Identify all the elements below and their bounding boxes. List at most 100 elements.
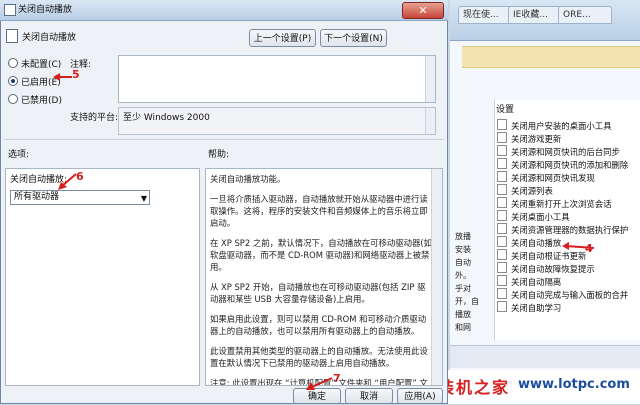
policy-icon: [4, 4, 16, 16]
policy-icon: [497, 275, 507, 286]
radio-circle: [8, 58, 18, 68]
policy-list-item[interactable]: 关闭游戏更新: [497, 132, 640, 145]
policy-list-item[interactable]: 关闭自动隔离: [497, 275, 640, 288]
policy-label: 关闭资源管理器的数据执行保护: [511, 225, 629, 235]
red-arrow-icon: [53, 73, 72, 81]
policy-icon: [497, 262, 507, 273]
watermark-url: www.lotpc.com: [518, 377, 630, 392]
policy-title: 关闭自动播放: [22, 33, 77, 43]
policy-label: 关闭重新打开上次浏览会话: [511, 199, 612, 209]
policy-icon: [497, 119, 507, 130]
strip-text: 安装: [455, 245, 471, 254]
policy-icon: [497, 249, 507, 260]
policy-list-item[interactable]: 关闭资源管理器的数据执行保护: [497, 223, 640, 236]
policy-list-item[interactable]: 关闭桌面小工具: [497, 210, 640, 223]
platform-label: 支持的平台:: [70, 113, 119, 123]
dropdown-arrow-icon: ▼: [140, 194, 147, 203]
watermark-logo: 装机之家 www.lotpc.com: [432, 370, 640, 404]
red-arrow-icon: [58, 173, 77, 190]
policy-icon: [497, 210, 507, 221]
comment-label: 注释:: [70, 60, 92, 70]
watermark-text: 装机之家: [438, 378, 511, 397]
policy-icon: [497, 236, 507, 247]
help-paragraph: 关闭自动播放功能。: [210, 174, 286, 184]
radio-circle-selected: [8, 76, 18, 86]
platform-value: 至少 Windows 2000: [123, 113, 210, 123]
help-paragraph: 此设置禁用其他类型的驱动器上的自动播放。无法使用此设置在默认情况下已禁用的驱动器…: [210, 346, 428, 368]
policy-icon: [497, 145, 507, 156]
policy-label: 关闭用户安装的桌面小工具: [511, 121, 612, 131]
policy-list-item[interactable]: 关闭自动完成与输入面板的合并: [497, 288, 640, 301]
next-setting-button[interactable]: 下一个设置(N): [320, 29, 387, 47]
close-button[interactable]: ✕: [402, 2, 444, 19]
radio-label: 未配置(C): [21, 60, 62, 70]
background-tab[interactable]: ORE...: [558, 6, 612, 24]
policy-list-item[interactable]: 关闭源和网页快讯的后台同步: [497, 145, 640, 158]
background-info-bar: [462, 46, 640, 68]
radio-disabled[interactable]: 已禁用(D): [8, 94, 62, 107]
prev-setting-button[interactable]: 上一个设置(P): [249, 29, 316, 47]
strip-text: 开，自: [455, 297, 479, 306]
help-paragraph: 从 XP SP2 开始，自动播放也在可移动驱动器(包括 ZIP 驱动器和某些 U…: [210, 282, 426, 304]
scrollbar[interactable]: [425, 108, 435, 134]
background-description-strip: 放播 安装 自动 外。 乎对 开，自 播放 和网: [450, 230, 494, 350]
policy-label: 关闭自动故障恢复提示: [511, 264, 595, 274]
policy-label: 关闭自动播放: [511, 238, 562, 248]
annotation-number: 6: [76, 170, 84, 183]
policy-label: 关闭源和网页快讯的添加和删除: [511, 160, 629, 170]
strip-text: 自动: [455, 258, 471, 267]
radio-circle: [8, 94, 18, 104]
help-paragraph: 如果启用此设置，则可以禁用 CD-ROM 和可移动介质驱动器上的自动播放，也可以…: [210, 314, 427, 336]
background-tab[interactable]: IE收藏...: [508, 6, 562, 24]
policy-icon: [497, 288, 507, 299]
strip-text: 乎对: [455, 284, 471, 293]
policy-list-item[interactable]: 关闭源和网页快讯的添加和删除: [497, 158, 640, 171]
policy-list-item[interactable]: 关闭重新打开上次浏览会话: [497, 197, 640, 210]
drive-select-value: 所有驱动器: [14, 192, 60, 202]
policy-list-item[interactable]: 关闭自动故障恢复提示: [497, 262, 640, 275]
background-bottom-tabs: [450, 345, 640, 368]
scrollbar[interactable]: [425, 56, 435, 102]
policy-list-item[interactable]: 关闭源和网页快讯发现: [497, 171, 640, 184]
policy-list-item[interactable]: 关闭用户安装的桌面小工具: [497, 119, 640, 132]
radio-label: 已禁用(D): [21, 96, 62, 106]
policy-icon: [6, 29, 18, 43]
annotation-number: 4: [585, 242, 593, 255]
policy-label: 关闭桌面小工具: [511, 212, 570, 222]
strip-text: 放播: [455, 232, 471, 241]
cancel-button[interactable]: 取消: [345, 388, 393, 404]
window-title: 关闭自动播放: [18, 5, 73, 15]
help-pane: 关闭自动播放功能。 一旦将介质插入驱动器，自动播放就开始从驱动器中进行读取操作。…: [205, 168, 443, 386]
policy-list-item[interactable]: 关闭自助学习: [497, 301, 640, 314]
drive-select[interactable]: 所有驱动器 ▼: [10, 190, 150, 205]
help-paragraph: 一旦将介质插入驱动器，自动播放就开始从驱动器中进行读取操作。这将，程序的安装文件…: [210, 194, 428, 228]
background-tab[interactable]: 现在使...: [458, 6, 512, 24]
divider: [4, 139, 444, 140]
policy-label: 关闭自动隔离: [511, 277, 562, 287]
apply-button[interactable]: 应用(A): [397, 388, 443, 404]
platform-field: 至少 Windows 2000: [118, 107, 436, 135]
help-text: 关闭自动播放功能。 一旦将介质插入驱动器，自动播放就开始从驱动器中进行读取操作。…: [210, 173, 432, 385]
policy-label: 关闭自动完成与输入面板的合并: [511, 290, 629, 300]
policy-label: 关闭源和网页快讯发现: [511, 173, 595, 183]
background-tab-bar: 现在使... IE收藏... ORE...: [450, 0, 640, 41]
strip-text: 播放: [455, 310, 471, 319]
policy-label: 关闭源列表: [511, 186, 553, 196]
annotation-number: 7: [333, 372, 341, 385]
policy-list-header[interactable]: 设置: [496, 103, 636, 117]
scrollbar[interactable]: [431, 169, 442, 385]
policy-icon: [497, 171, 507, 182]
policy-label: 关闭自助学习: [511, 303, 562, 313]
policy-icon: [497, 158, 507, 169]
policy-icon: [497, 197, 507, 208]
options-label: 选项:: [8, 150, 30, 160]
policy-icon: [497, 223, 507, 234]
policy-icon: [497, 132, 507, 143]
help-paragraph: 在 XP SP2 之前，默认情况下，自动播放在可移动驱动器(如软盘驱动器，而不是…: [210, 238, 432, 272]
policy-icon: [497, 301, 507, 312]
comment-textarea[interactable]: [118, 55, 436, 103]
policy-label: 关闭源和网页快讯的后台同步: [511, 147, 620, 157]
policy-list-item[interactable]: 关闭源列表: [497, 184, 640, 197]
policy-icon: [497, 184, 507, 195]
strip-text: 和网: [455, 323, 471, 332]
